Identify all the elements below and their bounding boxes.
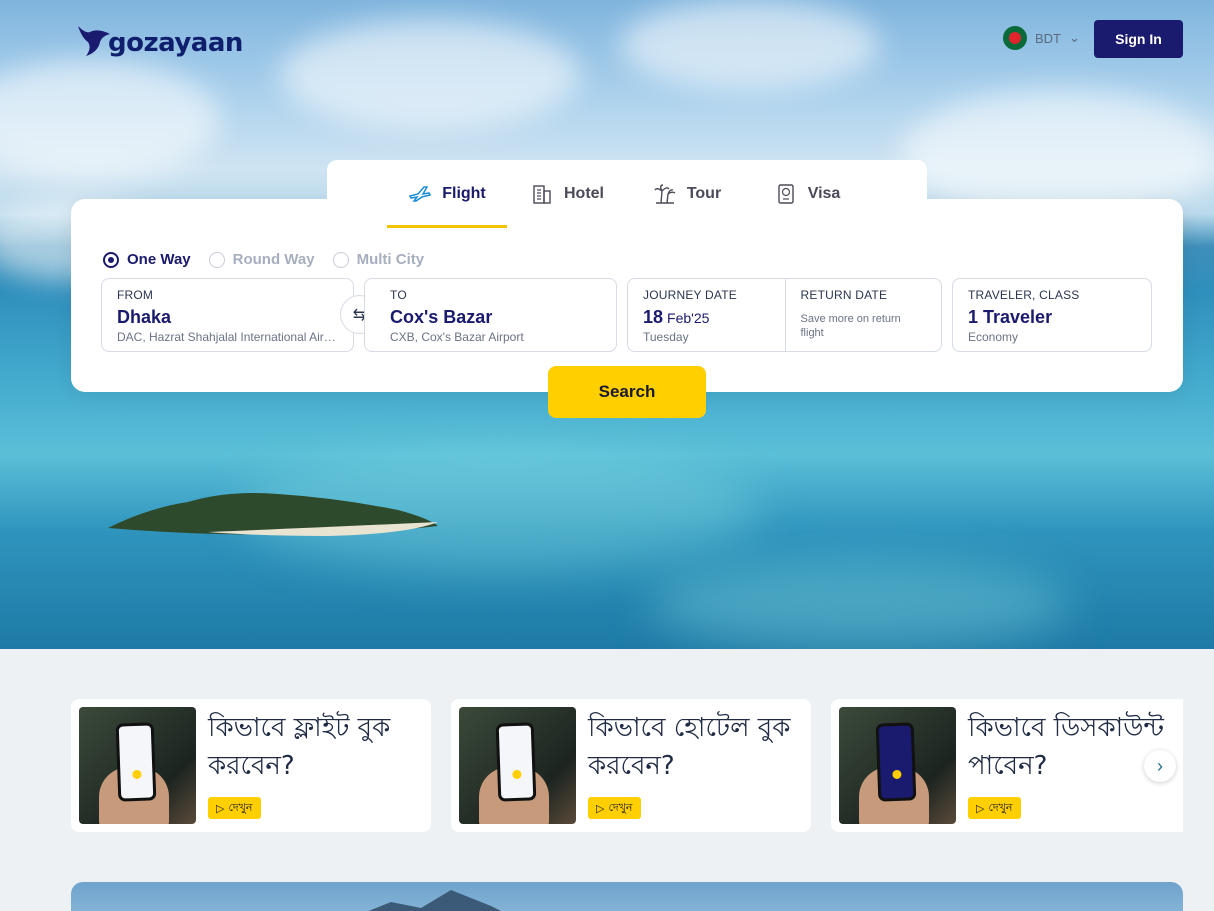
tab-flight[interactable]: Flight [387, 160, 507, 228]
trip-label: Multi City [356, 251, 425, 268]
airplane-icon [409, 186, 432, 202]
journey-weekday: Tuesday [643, 330, 689, 344]
service-tabs: Flight Hotel Tour Visa [327, 160, 927, 228]
journey-label: JOURNEY DATE [643, 288, 737, 302]
traveler-count: 1 Traveler [968, 307, 1053, 327]
tab-tour-label: Tour [686, 185, 722, 202]
journey-day: 18 [643, 307, 664, 327]
trip-multi-city[interactable]: Multi City [332, 251, 425, 268]
passport-icon [777, 184, 794, 204]
promo-thumbnail [839, 707, 956, 824]
to-city: Cox's Bazar [390, 307, 493, 327]
chevron-down-icon: ⌄ [1069, 30, 1080, 45]
promo-card[interactable]: কিভাবে ফ্লাইট বুক করবেন? ▷ দেখুন [71, 699, 431, 832]
radio-icon [208, 251, 225, 268]
play-icon: ▷ [596, 801, 605, 815]
tab-visa-label: Visa [807, 185, 841, 202]
play-icon: ▷ [216, 801, 225, 815]
bird-logo-icon [78, 26, 110, 56]
from-label: FROM [117, 288, 154, 302]
trip-type-group: One Way Round Way Multi City [103, 251, 424, 268]
radio-icon [103, 251, 119, 268]
from-airport: DAC, Hazrat Shahjalal International Airp… [117, 330, 338, 344]
trip-label: One Way [127, 251, 191, 268]
return-date[interactable]: RETURN DATE Save more on return flight [784, 279, 942, 351]
radio-icon [332, 251, 349, 268]
bottom-banner [71, 882, 1183, 911]
to-label: TO [390, 288, 407, 302]
logo[interactable]: gozayaan [76, 22, 243, 58]
date-field: JOURNEY DATE 18 Feb'25 Tuesday RETURN DA… [627, 278, 942, 352]
promo-title: কিভাবে হোটেল বুক করবেন? [588, 713, 791, 781]
journey-date[interactable]: JOURNEY DATE 18 Feb'25 Tuesday [628, 279, 785, 351]
watch-button[interactable]: ▷ দেখুন [968, 797, 1021, 819]
watch-button[interactable]: ▷ দেখুন [208, 797, 261, 819]
tab-hotel-label: Hotel [564, 185, 604, 202]
journey-month: Feb'25 [667, 310, 710, 326]
traveler-label: TRAVELER, CLASS [968, 288, 1080, 302]
return-note: Save more on return flight [800, 313, 901, 339]
logo-text: gozayaan [108, 28, 243, 58]
trip-one-way[interactable]: One Way [103, 251, 191, 268]
palm-tree-icon [654, 184, 676, 204]
building-icon [533, 185, 551, 204]
sign-in-button[interactable]: Sign In [1094, 20, 1183, 58]
promo-thumbnail [79, 707, 196, 824]
to-field[interactable]: TO Cox's Bazar CXB, Cox's Bazar Airport [364, 278, 617, 352]
currency-selector[interactable]: BDT ⌄ [1003, 26, 1080, 50]
play-icon: ▷ [976, 801, 985, 815]
traveler-field[interactable]: TRAVELER, CLASS 1 Traveler Economy [952, 278, 1152, 352]
from-field[interactable]: FROM Dhaka DAC, Hazrat Shahjalal Interna… [101, 278, 354, 352]
watch-button[interactable]: ▷ দেখুন [588, 797, 641, 819]
island-image [108, 493, 438, 536]
to-airport: CXB, Cox's Bazar Airport [390, 330, 524, 344]
watch-label: দেখুন [608, 800, 633, 814]
chevron-right-icon[interactable]: › [1144, 750, 1176, 782]
trip-round-way[interactable]: Round Way [208, 251, 315, 268]
currency-label: BDT [1035, 30, 1061, 46]
watch-label: দেখুন [228, 800, 253, 814]
tab-hotel[interactable]: Hotel [507, 160, 627, 228]
tab-flight-label: Flight [442, 185, 486, 202]
tab-tour[interactable]: Tour [627, 160, 747, 228]
watch-label: দেখুন [988, 800, 1013, 814]
trip-label: Round Way [232, 251, 315, 268]
from-city: Dhaka [117, 307, 172, 327]
tab-visa[interactable]: Visa [747, 160, 867, 228]
promo-card[interactable]: কিভাবে হোটেল বুক করবেন? ▷ দেখুন [451, 699, 811, 832]
traveler-class: Economy [968, 330, 1019, 344]
promo-title: কিভাবে ফ্লাইট বুক করবেন? [208, 713, 391, 781]
bangladesh-flag-icon [1003, 26, 1027, 50]
promo-thumbnail [459, 707, 576, 824]
promo-card[interactable]: কিভাবে ডিসকাউন্ট পাবেন? ▷ দেখুন [831, 699, 1183, 832]
return-label: RETURN DATE [800, 288, 888, 302]
search-button[interactable]: Search [548, 366, 706, 418]
